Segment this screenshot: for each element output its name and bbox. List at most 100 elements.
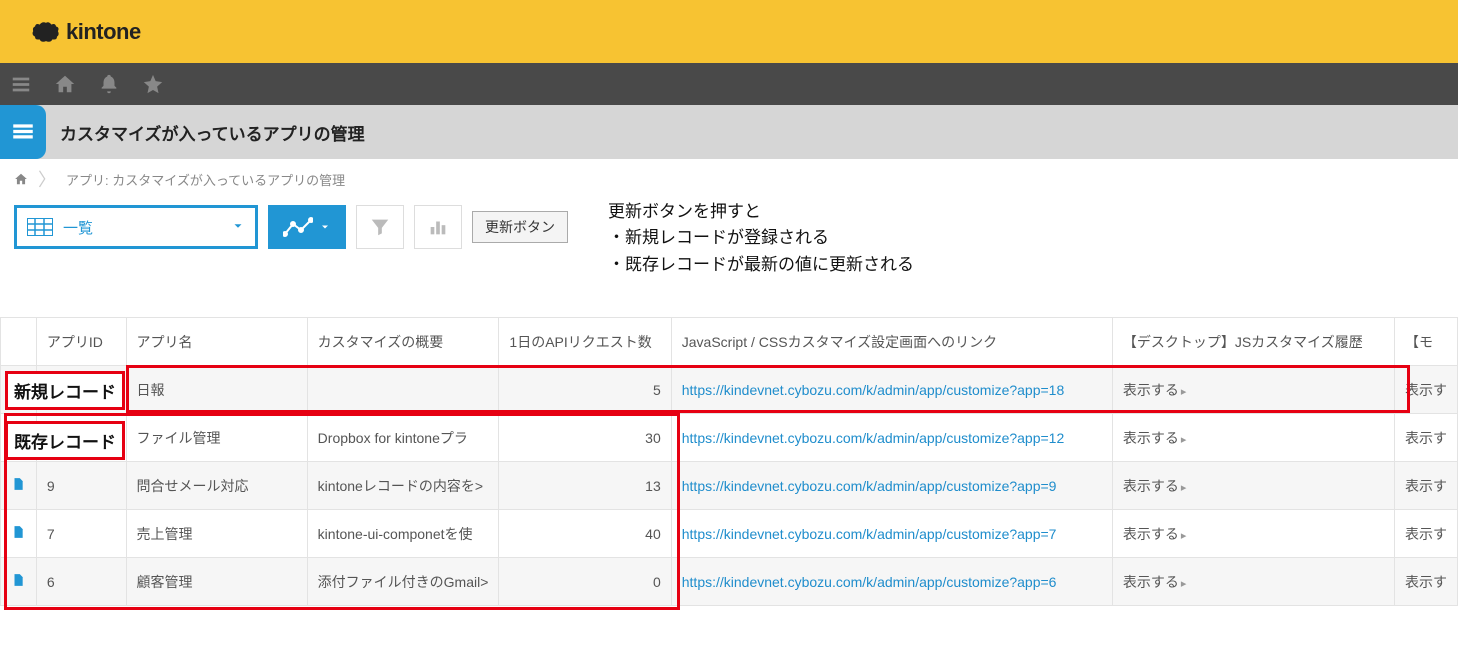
breadcrumb: 〉 アプリ: カスタマイズが入っているアプリの管理 [0, 159, 1458, 199]
annotation-line: ・既存レコードが最新の値に更新される [608, 252, 914, 278]
table-row[interactable]: 7 売上管理 kintone-ui-componetを使 40 https://… [1, 510, 1458, 558]
cell-history: 表示する [1112, 366, 1394, 414]
cell-summary [307, 366, 499, 414]
record-icon-cell[interactable] [1, 558, 37, 606]
cell-summary: Dropbox for kintoneプラ [307, 414, 499, 462]
graph-button[interactable] [268, 205, 346, 249]
line-chart-icon [283, 216, 313, 238]
cell-history: 表示する [1112, 558, 1394, 606]
cell-history: 表示する [1112, 462, 1394, 510]
table-row[interactable]: ファイル管理 Dropbox for kintoneプラ 30 https://… [1, 414, 1458, 462]
cell-name: ファイル管理 [126, 414, 307, 462]
breadcrumb-text[interactable]: アプリ: カスタマイズが入っているアプリの管理 [66, 170, 345, 189]
cell-name: 日報 [126, 366, 307, 414]
funnel-icon [369, 216, 391, 238]
breadcrumb-sep: 〉 [38, 166, 56, 192]
customize-link[interactable]: https://kindevnet.cybozu.com/k/admin/app… [682, 430, 1065, 446]
cell-name: 問合せメール対応 [126, 462, 307, 510]
cell-link: https://kindevnet.cybozu.com/k/admin/app… [671, 558, 1112, 606]
record-icon-cell[interactable] [1, 510, 37, 558]
cell-id: 7 [36, 510, 126, 558]
cell-mobile: 表示す [1395, 462, 1458, 510]
col-api[interactable]: 1日のAPIリクエスト数 [499, 318, 671, 366]
bell-icon[interactable] [98, 73, 120, 95]
bar-chart-button[interactable] [414, 205, 462, 249]
show-mobile-link[interactable]: 表示す [1405, 526, 1447, 542]
existing-record-badge: 既存レコード [5, 421, 125, 460]
cell-api: 40 [499, 510, 671, 558]
col-mobile[interactable]: 【モ [1395, 318, 1458, 366]
show-history-link[interactable]: 表示する [1123, 574, 1187, 590]
annotation-line: ・新規レコードが登録される [608, 225, 914, 251]
document-icon [11, 476, 25, 492]
customize-link[interactable]: https://kindevnet.cybozu.com/k/admin/app… [682, 574, 1057, 590]
cell-link: https://kindevnet.cybozu.com/k/admin/app… [671, 462, 1112, 510]
cell-mobile: 表示す [1395, 510, 1458, 558]
cell-summary: 添付ファイル付きのGmail> [307, 558, 499, 606]
table-container: 新規レコード 既存レコード アプリID アプリ名 カスタマイズの概要 1日のAP… [0, 317, 1458, 606]
app-title: カスタマイズが入っているアプリの管理 [60, 120, 365, 145]
cell-api: 13 [499, 462, 671, 510]
annotation-text: 更新ボタンを押すと ・新規レコードが登録される ・既存レコードが最新の値に更新さ… [608, 199, 914, 278]
star-icon[interactable] [142, 73, 164, 95]
cell-name: 顧客管理 [126, 558, 307, 606]
col-id[interactable]: アプリID [36, 318, 126, 366]
app-title-bar: カスタマイズが入っているアプリの管理 [0, 105, 1458, 159]
cell-api: 5 [499, 366, 671, 414]
show-history-link[interactable]: 表示する [1123, 430, 1187, 446]
table-row[interactable]: 6 顧客管理 添付ファイル付きのGmail> 0 https://kindevn… [1, 558, 1458, 606]
cell-history: 表示する [1112, 414, 1394, 462]
bar-chart-icon [427, 216, 449, 238]
chevron-down-icon [231, 219, 245, 236]
show-mobile-link[interactable]: 表示す [1405, 382, 1447, 398]
show-mobile-link[interactable]: 表示す [1405, 430, 1447, 446]
show-mobile-link[interactable]: 表示す [1405, 478, 1447, 494]
cell-summary: kintoneレコードの内容を> [307, 462, 499, 510]
cell-name: 売上管理 [126, 510, 307, 558]
table-row[interactable]: 日報 5 https://kindevnet.cybozu.com/k/admi… [1, 366, 1458, 414]
new-record-badge: 新規レコード [5, 371, 125, 410]
cell-mobile: 表示す [1395, 366, 1458, 414]
customize-link[interactable]: https://kindevnet.cybozu.com/k/admin/app… [682, 526, 1057, 542]
table-header-row: アプリID アプリ名 カスタマイズの概要 1日のAPIリクエスト数 JavaSc… [1, 318, 1458, 366]
table-icon [27, 218, 53, 236]
header-bar: kintone [0, 0, 1458, 63]
cell-summary: kintone-ui-componetを使 [307, 510, 499, 558]
annotation-line: 更新ボタンを押すと [608, 199, 914, 225]
col-link[interactable]: JavaScript / CSSカスタマイズ設定画面へのリンク [671, 318, 1112, 366]
customize-link[interactable]: https://kindevnet.cybozu.com/k/admin/app… [682, 382, 1065, 398]
cell-id: 6 [36, 558, 126, 606]
table-row[interactable]: 9 問合せメール対応 kintoneレコードの内容を> 13 https://k… [1, 462, 1458, 510]
cell-id: 9 [36, 462, 126, 510]
logo[interactable]: kintone [32, 19, 141, 45]
menu-icon[interactable] [10, 73, 32, 95]
home-icon[interactable] [54, 73, 76, 95]
cell-mobile: 表示す [1395, 414, 1458, 462]
cloud-icon [32, 21, 60, 43]
filter-button[interactable] [356, 205, 404, 249]
view-dropdown[interactable]: 一覧 [14, 205, 258, 249]
home-small-icon[interactable] [14, 172, 28, 186]
nav-bar [0, 63, 1458, 105]
records-table: アプリID アプリ名 カスタマイズの概要 1日のAPIリクエスト数 JavaSc… [0, 317, 1458, 606]
customize-link[interactable]: https://kindevnet.cybozu.com/k/admin/app… [682, 478, 1057, 494]
view-dropdown-label: 一覧 [63, 217, 93, 238]
document-icon [11, 572, 25, 588]
show-history-link[interactable]: 表示する [1123, 478, 1187, 494]
show-history-link[interactable]: 表示する [1123, 382, 1187, 398]
toolbar: 一覧 更新ボタン 更新ボタンを押すと ・新規レコードが登録される ・既存レコード… [0, 199, 1458, 255]
cell-mobile: 表示す [1395, 558, 1458, 606]
app-icon[interactable] [0, 105, 46, 159]
record-icon-cell[interactable] [1, 462, 37, 510]
update-button[interactable]: 更新ボタン [472, 211, 568, 243]
chevron-down-icon [319, 221, 331, 233]
col-history[interactable]: 【デスクトップ】JSカスタマイズ履歴 [1112, 318, 1394, 366]
logo-text: kintone [66, 19, 141, 45]
col-name[interactable]: アプリ名 [126, 318, 307, 366]
col-icon [1, 318, 37, 366]
cell-api: 0 [499, 558, 671, 606]
document-icon [11, 524, 25, 540]
show-history-link[interactable]: 表示する [1123, 526, 1187, 542]
col-summary[interactable]: カスタマイズの概要 [307, 318, 499, 366]
show-mobile-link[interactable]: 表示す [1405, 574, 1447, 590]
